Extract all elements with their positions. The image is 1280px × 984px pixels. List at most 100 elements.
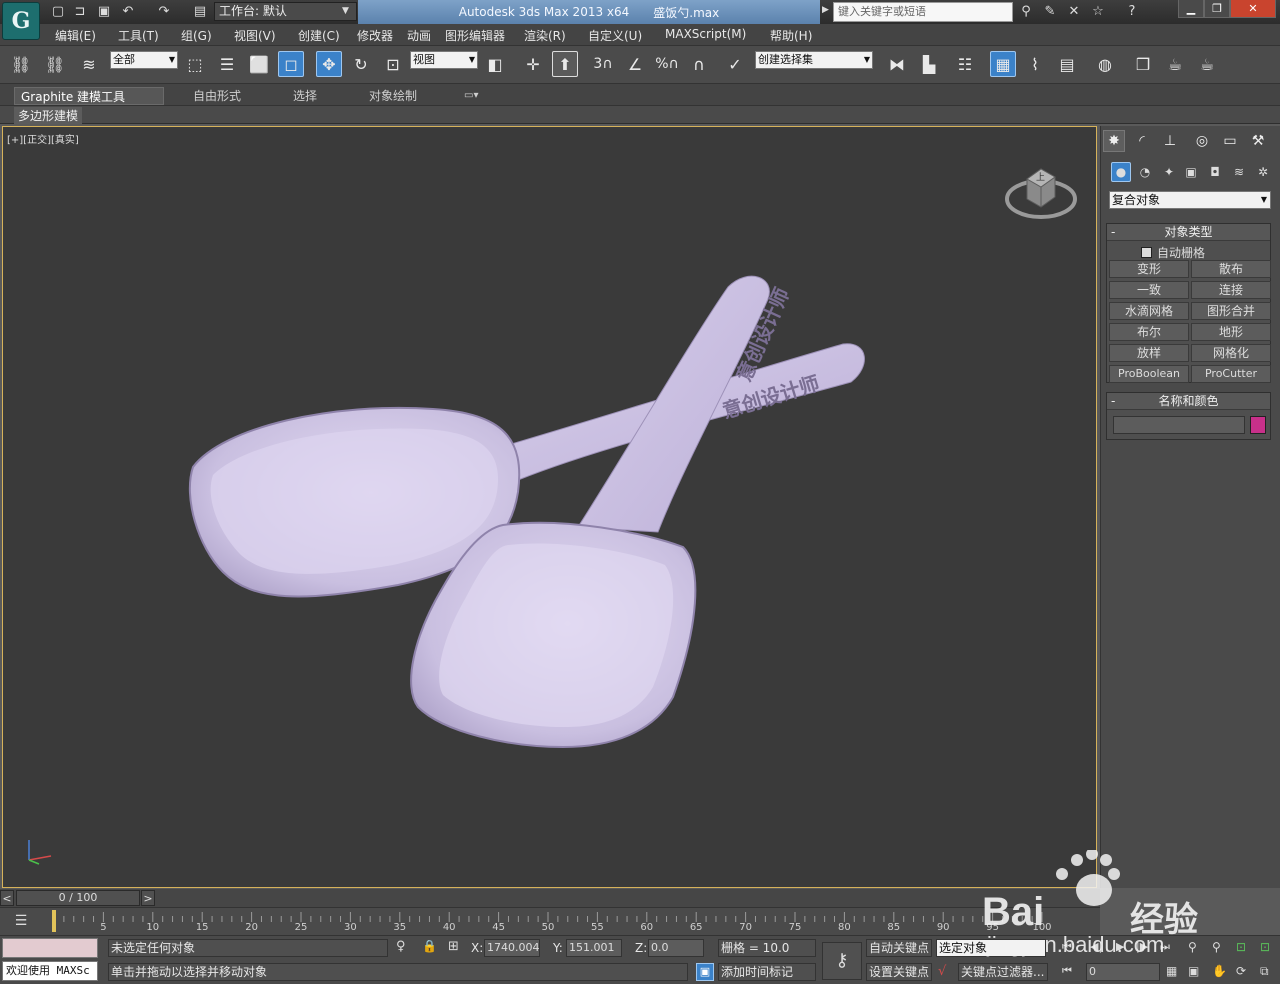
- scatter-button[interactable]: 散布: [1191, 260, 1271, 278]
- zoom-icon[interactable]: ⚲: [1188, 940, 1197, 954]
- help-icon[interactable]: ?: [1124, 4, 1140, 20]
- pan-view-icon[interactable]: ✋: [1212, 964, 1227, 978]
- connect-button[interactable]: 连接: [1191, 281, 1271, 299]
- tab-object-paint[interactable]: 对象绘制: [369, 87, 417, 105]
- set-key-mode-icon[interactable]: ⚷: [822, 942, 862, 980]
- set-key-button[interactable]: 设置关键点: [866, 963, 932, 981]
- cameras-icon[interactable]: ▣: [1181, 162, 1201, 182]
- orbit-icon[interactable]: ⟳: [1236, 964, 1246, 978]
- key-mode-toggle-icon[interactable]: ⏮: [1062, 964, 1072, 978]
- time-slider-thumb[interactable]: 0 / 100: [16, 890, 140, 906]
- rendered-frame-window-icon[interactable]: ☕: [1162, 51, 1188, 77]
- project-folder-icon[interactable]: ▤: [192, 4, 208, 20]
- render-setup-icon[interactable]: ❒: [1130, 51, 1156, 77]
- y-coordinate-input[interactable]: 151.001: [566, 939, 622, 957]
- select-scale-icon[interactable]: ⊡: [380, 51, 406, 77]
- tab-freeform[interactable]: 自由形式: [193, 87, 241, 105]
- object-category-dropdown[interactable]: 复合对象 ▼: [1109, 191, 1271, 209]
- keyboard-shortcut-override-icon[interactable]: ⬆: [552, 51, 578, 77]
- window-crossing-icon[interactable]: ◻: [278, 51, 304, 77]
- utilities-tab-icon[interactable]: ⚒: [1247, 130, 1269, 152]
- zoom-extents-all-icon[interactable]: ⊡: [1260, 940, 1270, 954]
- tab-graphite-modeling[interactable]: Graphite 建模工具: [14, 87, 164, 105]
- percent-snap-icon[interactable]: % ∩: [654, 51, 680, 77]
- current-frame-marker[interactable]: [52, 910, 56, 932]
- menu-rendering[interactable]: 渲染(R): [524, 27, 566, 44]
- object-color-swatch[interactable]: [1250, 416, 1266, 434]
- menu-customize[interactable]: 自定义(U): [588, 27, 642, 44]
- procutter-button[interactable]: ProCutter: [1191, 365, 1271, 383]
- minimize-button[interactable]: ▁: [1178, 0, 1204, 18]
- helpers-icon[interactable]: ◘: [1205, 162, 1225, 182]
- x-coordinate-input[interactable]: 1740.004: [484, 939, 540, 957]
- loft-button[interactable]: 放样: [1109, 344, 1189, 362]
- hierarchy-tab-icon[interactable]: ⊥: [1159, 130, 1181, 152]
- angle-snap-icon[interactable]: ∠: [622, 51, 648, 77]
- spinner-snap-icon[interactable]: ∩: [686, 51, 712, 77]
- menu-modifiers[interactable]: 修改器: [357, 27, 393, 44]
- ref-coord-dropdown[interactable]: 视图 ▼: [410, 51, 478, 69]
- communication-icon[interactable]: ✕: [1066, 4, 1082, 20]
- polygon-modeling-panel[interactable]: 多边形建模: [14, 107, 83, 124]
- terrain-button[interactable]: 地形: [1191, 323, 1271, 341]
- menu-create[interactable]: 创建(C): [298, 27, 340, 44]
- create-tab-icon[interactable]: ✸: [1103, 130, 1125, 152]
- auto-key-button[interactable]: 自动关键点: [866, 939, 932, 957]
- blobmesh-button[interactable]: 水滴网格: [1109, 302, 1189, 320]
- binoculars-icon[interactable]: ⚲: [1018, 4, 1034, 20]
- unlink-icon[interactable]: ⛓: [42, 51, 68, 77]
- render-production-icon[interactable]: ☕: [1194, 51, 1220, 77]
- maxscript-input[interactable]: 欢迎使用 MAXSc: [2, 961, 98, 981]
- align-icon[interactable]: ▙: [916, 51, 942, 77]
- autogrid-checkbox[interactable]: 自动栅格: [1141, 244, 1205, 261]
- isolate-selection-icon[interactable]: ♀: [396, 939, 406, 954]
- curve-editor-icon[interactable]: ⌇: [1022, 51, 1048, 77]
- menu-graph-editors[interactable]: 图形编辑器: [445, 27, 505, 44]
- app-menu-button[interactable]: G: [2, 2, 40, 40]
- selection-lock-icon[interactable]: 🔒: [422, 939, 437, 953]
- key-curve-icon[interactable]: √: [938, 964, 946, 979]
- open-file-icon[interactable]: ⊐: [72, 4, 88, 20]
- menu-edit[interactable]: 编辑(E): [55, 27, 96, 44]
- maxscript-listener-mini[interactable]: [2, 938, 98, 958]
- display-tab-icon[interactable]: ▭: [1219, 130, 1241, 152]
- zoom-extents-icon[interactable]: ⊡: [1236, 940, 1246, 954]
- morph-button[interactable]: 变形: [1109, 260, 1189, 278]
- mirror-icon[interactable]: ⧓: [884, 51, 910, 77]
- select-by-name-icon[interactable]: ☰: [214, 51, 240, 77]
- schematic-view-icon[interactable]: ▤: [1054, 51, 1080, 77]
- key-mode-selection-dropdown[interactable]: 选定对象: [936, 939, 1046, 957]
- restore-button[interactable]: ❐: [1204, 0, 1230, 18]
- shapemerge-button[interactable]: 图形合并: [1191, 302, 1271, 320]
- rect-selection-icon[interactable]: ⬜: [246, 51, 272, 77]
- selection-filter-dropdown[interactable]: 全部 ▼: [110, 51, 178, 69]
- mesher-button[interactable]: 网格化: [1191, 344, 1271, 362]
- layer-manager-icon[interactable]: ☷: [952, 51, 978, 77]
- search-input[interactable]: 键入关键字或短语: [833, 2, 1013, 22]
- object-name-input[interactable]: [1113, 416, 1245, 434]
- workspace-dropdown[interactable]: 工作台: 默认 ▼: [214, 2, 357, 21]
- perspective-viewport[interactable]: [+][正交][真实] 意创设计师 意创设计师 上: [2, 126, 1097, 888]
- field-of-view-icon[interactable]: ▣: [1188, 964, 1199, 978]
- conform-button[interactable]: 一致: [1109, 281, 1189, 299]
- menu-animation[interactable]: 动画: [407, 27, 431, 44]
- named-selection-dropdown[interactable]: 创建选择集 ▼: [755, 51, 873, 69]
- snaps-toggle-icon[interactable]: 3 ∩: [590, 51, 616, 77]
- close-button[interactable]: ✕: [1230, 0, 1276, 18]
- select-object-icon[interactable]: ⬚: [182, 51, 208, 77]
- space-warps-icon[interactable]: ≋: [1229, 162, 1249, 182]
- time-tag-icon[interactable]: ▣: [696, 963, 714, 981]
- material-editor-icon[interactable]: ◍: [1092, 51, 1118, 77]
- graphite-toggle-icon[interactable]: ▦: [990, 51, 1016, 77]
- next-key-icon[interactable]: |▶: [1136, 940, 1148, 953]
- subscription-icon[interactable]: ✎: [1042, 4, 1058, 20]
- edit-named-selection-icon[interactable]: ✓: [722, 51, 748, 77]
- goto-end-icon[interactable]: ⏭: [1160, 940, 1170, 954]
- geometry-icon[interactable]: ●: [1111, 162, 1131, 182]
- redo-icon[interactable]: ↷: [156, 4, 172, 20]
- lights-icon[interactable]: ✦: [1159, 162, 1179, 182]
- current-frame-input[interactable]: 0: [1086, 963, 1160, 981]
- maximize-viewport-icon[interactable]: ⧉: [1260, 964, 1269, 979]
- link-icon[interactable]: ⛓: [8, 51, 34, 77]
- boolean-button[interactable]: 布尔: [1109, 323, 1189, 341]
